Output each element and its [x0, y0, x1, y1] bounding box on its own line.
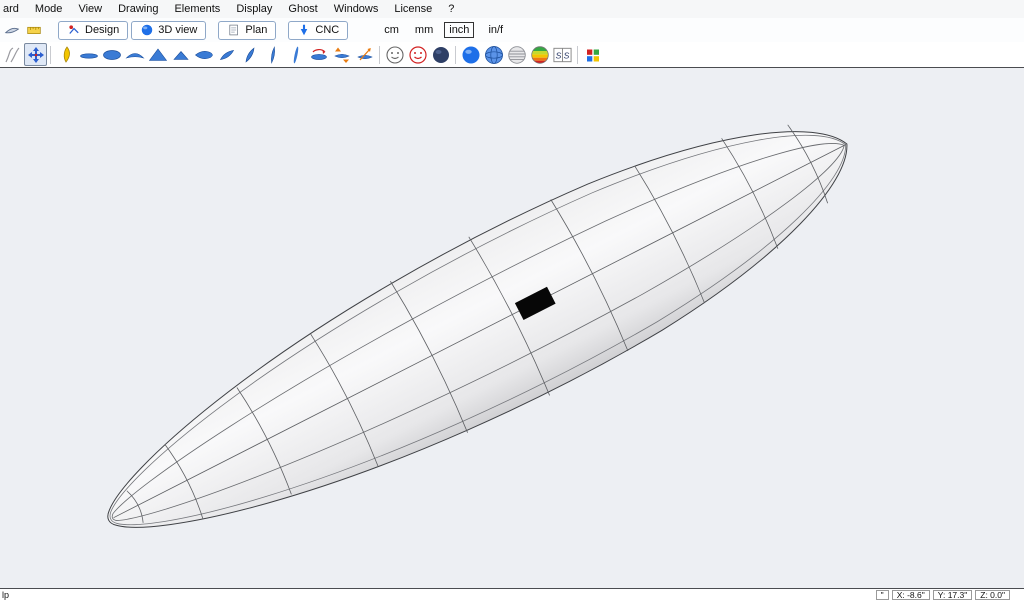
board-thin-icon[interactable]	[261, 43, 284, 66]
ellipse-icon[interactable]	[100, 43, 123, 66]
status-bar: lp " X: -8.6" Y: 17.3" Z: 0.0"	[0, 588, 1024, 600]
cnc-bit-icon	[297, 23, 311, 37]
3d-view-button-label: 3D view	[158, 24, 197, 36]
ruler-icon[interactable]	[24, 20, 44, 40]
smiley-red-icon[interactable]	[406, 43, 429, 66]
triangle-alt-icon[interactable]	[169, 43, 192, 66]
menu-display[interactable]: Display	[228, 3, 280, 15]
ellipse-flat-icon[interactable]	[77, 43, 100, 66]
menu-ghost[interactable]: Ghost	[280, 3, 325, 15]
plan-button-label: Plan	[245, 24, 267, 36]
3d-viewport[interactable]	[0, 68, 1024, 588]
color-grid-icon[interactable]	[581, 43, 604, 66]
z-coordinate: Z: 0.0"	[975, 590, 1010, 600]
unit-inf[interactable]: in/f	[486, 23, 505, 37]
design-icon	[67, 23, 81, 37]
flip-board-icon[interactable]	[330, 43, 353, 66]
menu-mode[interactable]: Mode	[27, 3, 71, 15]
coordinate-readout: " X: -8.6" Y: 17.3" Z: 0.0"	[876, 589, 1010, 601]
menu-windows[interactable]: Windows	[326, 3, 387, 15]
cnc-button[interactable]: CNC	[288, 21, 348, 40]
move-tool-icon[interactable]	[24, 43, 47, 66]
board-sliver-icon[interactable]	[284, 43, 307, 66]
board-file-icon[interactable]	[2, 20, 22, 40]
arc-icon[interactable]	[123, 43, 146, 66]
status-left-text: lp	[0, 590, 9, 600]
cnc-button-label: CNC	[315, 24, 339, 36]
tools-toolbar: S S	[0, 42, 1024, 68]
menu-view[interactable]: View	[70, 3, 110, 15]
outline-tool-icon[interactable]	[1, 43, 24, 66]
sphere-icon	[140, 23, 154, 37]
design-button-label: Design	[85, 24, 119, 36]
toolbar-separator	[577, 46, 578, 64]
3d-view-button[interactable]: 3D view	[131, 21, 206, 40]
menu-license[interactable]: License	[386, 3, 440, 15]
unit-indicator: "	[876, 590, 889, 600]
unit-cm[interactable]: cm	[382, 23, 401, 37]
menu-board[interactable]: ard	[0, 3, 27, 15]
toolbar-separator	[379, 46, 380, 64]
board-angle-icon[interactable]	[238, 43, 261, 66]
sphere-blue-icon[interactable]	[459, 43, 482, 66]
stringer-line	[114, 145, 846, 518]
smiley-outline-icon[interactable]	[383, 43, 406, 66]
menu-bar: ard Mode View Drawing Elements Display G…	[0, 0, 1024, 18]
scale-board-icon[interactable]	[353, 43, 376, 66]
y-coordinate: Y: 17.3"	[933, 590, 972, 600]
sphere-dark-icon[interactable]	[429, 43, 452, 66]
toolbar-separator	[455, 46, 456, 64]
board-plan-icon[interactable]	[192, 43, 215, 66]
board-tilt-icon[interactable]	[215, 43, 238, 66]
triangle-icon[interactable]	[146, 43, 169, 66]
design-button[interactable]: Design	[58, 21, 128, 40]
unit-selector: cm mm inch in/f	[370, 22, 505, 38]
x-coordinate: X: -8.6"	[892, 590, 930, 600]
main-toolbar: Design 3D view Plan CNC cm mm inch in/f	[0, 18, 1024, 42]
unit-inch-selected[interactable]: inch	[444, 22, 474, 38]
menu-help[interactable]: ?	[440, 3, 462, 15]
plan-sheet-icon	[227, 23, 241, 37]
sphere-wire-icon[interactable]	[482, 43, 505, 66]
pen-tool-icon[interactable]	[54, 43, 77, 66]
slice-view-label: S S	[556, 50, 570, 60]
sphere-stripes-icon[interactable]	[505, 43, 528, 66]
surfboard-render	[0, 68, 1024, 588]
toolbar-separator	[50, 46, 51, 64]
sphere-rainbow-icon[interactable]	[528, 43, 551, 66]
menu-drawing[interactable]: Drawing	[110, 3, 166, 15]
board-outline	[70, 68, 886, 588]
plan-button[interactable]: Plan	[218, 21, 276, 40]
slice-view-icon[interactable]: S S	[551, 43, 574, 66]
menu-elements[interactable]: Elements	[166, 3, 228, 15]
rotate-board-icon[interactable]	[307, 43, 330, 66]
unit-mm[interactable]: mm	[413, 23, 435, 37]
